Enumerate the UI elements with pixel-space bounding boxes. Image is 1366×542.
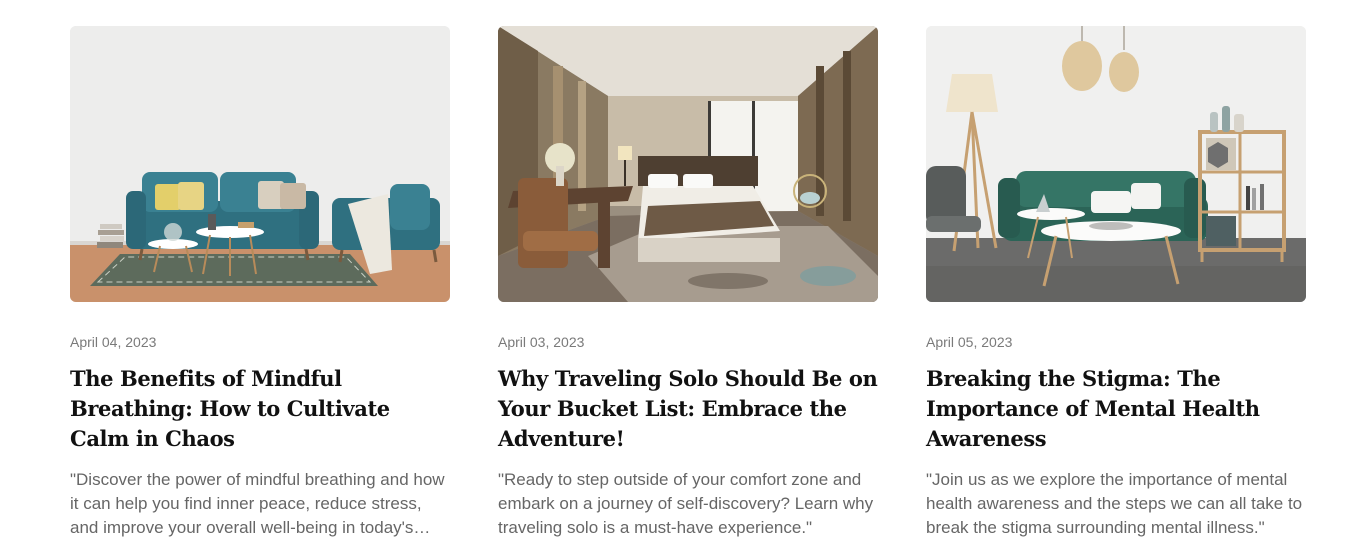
modern-lounge-green-sofa-image [926,26,1306,302]
post-title-link[interactable]: Breaking the Stigma: The Importance of M… [926,364,1306,454]
post-excerpt: "Ready to step outside of your comfort z… [498,470,874,537]
post-date: April 04, 2023 [70,334,157,350]
post-thumbnail-link[interactable] [926,26,1306,302]
post-card: April 04, 2023 The Benefits of Mindful B… [70,26,450,540]
post-title-link[interactable]: Why Traveling Solo Should Be on Your Buc… [498,364,878,454]
post-date: April 03, 2023 [498,334,585,350]
post-excerpt: "Discover the power of mindful breathing… [70,470,445,537]
post-date: April 05, 2023 [926,334,1013,350]
post-thumbnail-link[interactable] [498,26,878,302]
post-thumbnail-link[interactable] [70,26,450,302]
post-card: April 05, 2023 Breaking the Stigma: The … [926,26,1306,540]
living-room-teal-sofa-image [70,26,450,302]
blog-post-grid: April 04, 2023 The Benefits of Mindful B… [0,0,1366,542]
hotel-bedroom-image [498,26,878,302]
post-title-link[interactable]: The Benefits of Mindful Breathing: How t… [70,364,450,454]
post-card: April 03, 2023 Why Traveling Solo Should… [498,26,878,540]
post-excerpt: "Join us as we explore the importance of… [926,470,1303,537]
